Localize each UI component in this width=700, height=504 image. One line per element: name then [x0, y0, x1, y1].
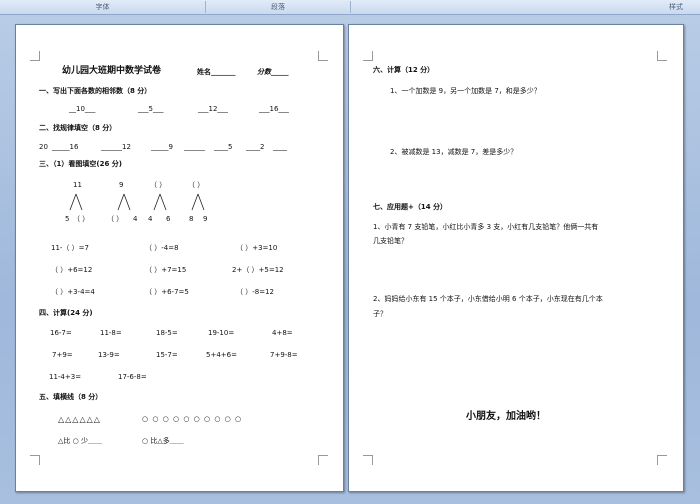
equation: （ ）+6-7=5	[145, 288, 189, 296]
equation: 2+（ ）+5=12	[232, 266, 284, 274]
document-page-right[interactable]: 六、计算（12 分） 1、一个加数是 9，另一个加数是 7，和是多少？ 2、被减…	[348, 24, 684, 492]
calc-item: 7+9-8=	[270, 351, 298, 359]
question: 1、一个加数是 9，另一个加数是 7，和是多少？	[390, 87, 541, 95]
margin-mark	[363, 51, 373, 61]
sequence-item: ______	[184, 143, 205, 151]
document-page-left[interactable]: 幼儿园大班期中数学试卷 姓名_______ 分数_____ 一、写出下面各数的相…	[15, 24, 344, 492]
circle-row: ○ ○ ○ ○ ○ ○ ○ ○ ○ ○	[142, 415, 243, 423]
equation: （ ）-8=12	[236, 288, 274, 296]
bond-bottom: （ ）	[107, 215, 124, 223]
bond-bottom: 6	[166, 215, 171, 223]
calc-item: 13-9=	[98, 351, 120, 359]
ribbon-group-paragraph[interactable]: 段落	[207, 0, 349, 14]
calc-item: 15-7=	[156, 351, 178, 359]
ribbon-separator	[205, 1, 206, 13]
bond-top: （ ）	[150, 181, 167, 189]
sequence-item: ____2	[246, 143, 265, 151]
bond-bottom: 4	[133, 215, 138, 223]
ribbon-bar: 字体 段落 样式	[0, 0, 700, 15]
calc-item: 18-5=	[156, 329, 178, 337]
bond-top: 9	[119, 181, 124, 189]
ribbon-group-font[interactable]: 字体	[0, 0, 205, 14]
section-2-heading: 二、找规律填空（8 分）	[39, 124, 117, 132]
ribbon-separator	[350, 1, 351, 13]
calc-item: 16-7=	[50, 329, 72, 337]
margin-mark	[30, 455, 40, 465]
section-1-heading: 一、写出下面各数的相邻数（8 分）	[39, 87, 152, 95]
word-problem: 子？	[373, 310, 387, 318]
section-6-heading: 六、计算（12 分）	[373, 66, 435, 74]
bond-bottom: 9	[203, 215, 208, 223]
neighbor-item: __10___	[69, 105, 96, 113]
margin-mark	[363, 455, 373, 465]
bond-top: （ ）	[188, 181, 205, 189]
equation: （ ）+6=12	[51, 266, 93, 274]
neighbor-item: ___16___	[259, 105, 289, 113]
closing-message: 小朋友，加油哟！	[466, 411, 546, 422]
compare-question: ○ 比△多＿＿	[142, 437, 184, 445]
number-bond-branches	[69, 193, 205, 211]
calc-item: 19-10=	[208, 329, 235, 337]
word-problem: 1、小青有 7 支铅笔，小红比小青多 3 支，小红有几支铅笔？他俩一共有	[373, 223, 599, 231]
equation: 11-（ ）=7	[51, 244, 89, 252]
calc-item: 5+4+6=	[206, 351, 237, 359]
ribbon-group-styles[interactable]: 样式	[352, 0, 700, 14]
sequence-item: _____9	[151, 143, 173, 151]
section-7-heading: 七、应用题+（14 分）	[373, 203, 448, 211]
bond-bottom: （ ）	[73, 215, 90, 223]
sequence-item: ____5	[214, 143, 233, 151]
calc-item: 17-6-8=	[118, 373, 147, 381]
equation: （ ）+7=15	[145, 266, 187, 274]
margin-mark	[30, 51, 40, 61]
compare-question: △比 ○ 少＿＿	[58, 437, 102, 445]
calc-item: 7+9=	[52, 351, 73, 359]
exam-title: 幼儿园大班期中数学试卷	[62, 66, 162, 76]
margin-mark	[657, 455, 667, 465]
sequence-item: 20	[39, 143, 48, 151]
name-field: 姓名_______	[197, 68, 236, 76]
section-5-heading: 五、填横线（8 分）	[39, 393, 103, 401]
bond-bottom: 4	[148, 215, 153, 223]
equation: （ ）+3=10	[236, 244, 278, 252]
sequence-item: ____	[273, 143, 287, 151]
bond-top: 11	[73, 181, 82, 189]
margin-mark	[318, 455, 328, 465]
word-problem: 几支铅笔？	[373, 237, 408, 245]
calc-item: 11-8=	[100, 329, 122, 337]
bond-bottom: 5	[65, 215, 70, 223]
equation: （ ）-4=8	[145, 244, 179, 252]
calc-item: 11-4+3=	[49, 373, 82, 381]
margin-mark	[318, 51, 328, 61]
word-problem: 2、妈妈给小东有 15 个本子，小东借给小明 6 个本子，小东现在有几个本	[373, 295, 603, 303]
section-3-heading: 三、（1）看图填空(26 分)	[39, 160, 122, 168]
question: 2、被减数是 13，减数是 7，差是多少？	[390, 148, 518, 156]
equation: （ ）+3-4=4	[51, 288, 95, 296]
bond-bottom: 8	[189, 215, 194, 223]
neighbor-item: ___12___	[198, 105, 228, 113]
triangle-row: △△△△△△	[58, 415, 101, 424]
score-field: 分数_____	[257, 68, 289, 76]
margin-mark	[657, 51, 667, 61]
calc-item: 4+8=	[272, 329, 293, 337]
sequence-item: ______12	[101, 143, 131, 151]
section-4-heading: 四、计算(24 分)	[39, 309, 93, 317]
sequence-item: _____16	[52, 143, 79, 151]
neighbor-item: ___5___	[138, 105, 164, 113]
